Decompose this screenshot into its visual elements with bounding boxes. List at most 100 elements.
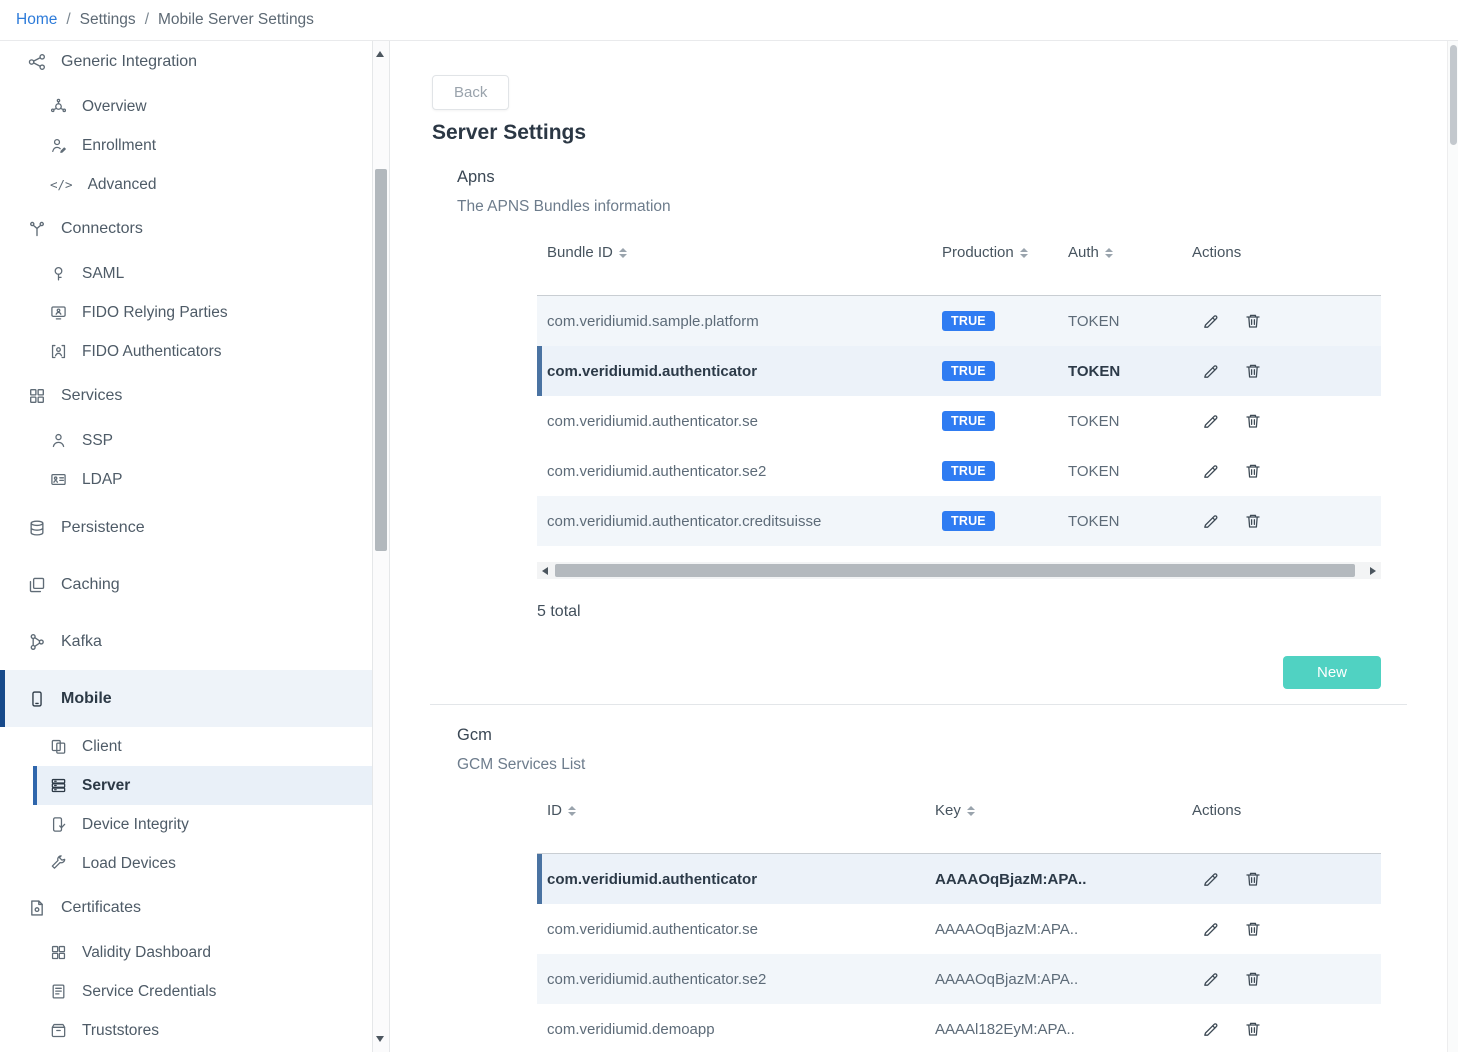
delete-icon[interactable] bbox=[1244, 1020, 1262, 1038]
edit-icon[interactable] bbox=[1202, 312, 1220, 330]
table-row[interactable]: com.veridiumid.demoapp AAAAl182EyM:APA.. bbox=[537, 1004, 1381, 1052]
sidebar-item-device-integrity[interactable]: Device Integrity bbox=[0, 805, 372, 844]
column-header-bundle-id[interactable]: Bundle ID bbox=[537, 244, 942, 295]
column-header-auth[interactable]: Auth bbox=[1068, 244, 1192, 295]
edit-icon[interactable] bbox=[1202, 970, 1220, 988]
table-row[interactable]: com.veridiumid.authenticator.se2 TRUE TO… bbox=[537, 446, 1381, 496]
sidebar-scrollbar[interactable] bbox=[372, 41, 390, 1052]
sidebar-item-label: Advanced bbox=[88, 176, 157, 194]
apns-total-count: 5 total bbox=[537, 603, 581, 621]
fido-authenticators-icon bbox=[50, 343, 67, 360]
sidebar-item-fido-authenticators[interactable]: FIDO Authenticators bbox=[0, 332, 372, 371]
edit-icon[interactable] bbox=[1202, 870, 1220, 888]
edit-icon[interactable] bbox=[1202, 362, 1220, 380]
back-button[interactable]: Back bbox=[432, 75, 509, 110]
edit-icon[interactable] bbox=[1202, 412, 1220, 430]
id-cell: com.veridiumid.authenticator.se bbox=[537, 921, 935, 938]
sidebar-item-mobile[interactable]: Mobile bbox=[0, 670, 372, 727]
sidebar-item-advanced[interactable]: </> Advanced bbox=[0, 165, 372, 204]
page-title: Server Settings bbox=[432, 121, 586, 145]
table-row[interactable]: com.veridiumid.authenticator.se AAAAOqBj… bbox=[537, 904, 1381, 954]
column-header-id[interactable]: ID bbox=[537, 802, 935, 853]
edit-icon[interactable] bbox=[1202, 462, 1220, 480]
fido-relying-parties-icon bbox=[50, 304, 67, 321]
table-row[interactable]: com.veridiumid.sample.platform TRUE TOKE… bbox=[537, 296, 1381, 346]
sidebar-item-enrollment[interactable]: Enrollment bbox=[0, 126, 372, 165]
scroll-right-arrow-icon[interactable] bbox=[1365, 562, 1381, 579]
page-scrollbar-thumb[interactable] bbox=[1450, 45, 1457, 145]
sidebar-item-label: Device Integrity bbox=[82, 816, 189, 834]
sort-icon[interactable] bbox=[619, 248, 627, 258]
delete-icon[interactable] bbox=[1244, 362, 1262, 380]
apns-section-title: Apns bbox=[457, 168, 495, 187]
sidebar-item-kafka[interactable]: Kafka bbox=[0, 613, 372, 670]
column-header-actions: Actions bbox=[1192, 802, 1381, 853]
horizontal-scrollbar[interactable] bbox=[537, 562, 1381, 579]
sidebar-item-truststores[interactable]: Truststores bbox=[0, 1011, 372, 1050]
sidebar-item-saml[interactable]: SAML bbox=[0, 254, 372, 293]
services-icon bbox=[28, 387, 46, 405]
scroll-down-arrow-icon[interactable] bbox=[376, 1036, 384, 1042]
sort-icon[interactable] bbox=[1105, 248, 1113, 258]
sidebar-item-label: FIDO Authenticators bbox=[82, 343, 222, 361]
breadcrumb-home-link[interactable]: Home bbox=[16, 11, 57, 29]
sidebar-item-ldap[interactable]: LDAP bbox=[0, 460, 372, 499]
sidebar-item-label: Services bbox=[61, 387, 122, 405]
table-row-selected[interactable]: com.veridiumid.authenticator TRUE TOKEN bbox=[537, 346, 1381, 396]
sidebar-item-persistence[interactable]: Persistence bbox=[0, 499, 372, 556]
sidebar-item-fido-relying-parties[interactable]: FIDO Relying Parties bbox=[0, 293, 372, 332]
edit-icon[interactable] bbox=[1202, 512, 1220, 530]
delete-icon[interactable] bbox=[1244, 412, 1262, 430]
gcm-table-header: ID Key Actions bbox=[537, 788, 1381, 854]
column-header-key[interactable]: Key bbox=[935, 802, 1192, 853]
production-badge: TRUE bbox=[942, 311, 995, 331]
table-row[interactable]: com.veridiumid.authenticator.se2 AAAAOqB… bbox=[537, 954, 1381, 1004]
sidebar-item-load-devices[interactable]: Load Devices bbox=[0, 844, 372, 883]
table-row[interactable]: com.veridiumid.authenticator.creditsuiss… bbox=[537, 496, 1381, 546]
breadcrumb-settings: Settings bbox=[80, 11, 136, 29]
service-credentials-icon bbox=[50, 983, 67, 1000]
sidebar-item-overview[interactable]: Overview bbox=[0, 87, 372, 126]
scroll-left-arrow-icon[interactable] bbox=[537, 562, 553, 579]
sidebar-item-caching[interactable]: Caching bbox=[0, 556, 372, 613]
delete-icon[interactable] bbox=[1244, 462, 1262, 480]
generic-integration-icon bbox=[28, 53, 46, 71]
sidebar-item-services[interactable]: Services bbox=[0, 371, 372, 421]
client-icon bbox=[50, 738, 67, 755]
page-scrollbar[interactable] bbox=[1447, 41, 1458, 1052]
auth-cell: TOKEN bbox=[1068, 413, 1192, 430]
delete-icon[interactable] bbox=[1244, 312, 1262, 330]
sidebar-item-service-credentials[interactable]: Service Credentials bbox=[0, 972, 372, 1011]
bundle-id-cell: com.veridiumid.sample.platform bbox=[537, 313, 942, 330]
edit-icon[interactable] bbox=[1202, 1020, 1220, 1038]
table-row[interactable]: com.veridiumid.authenticator.se TRUE TOK… bbox=[537, 396, 1381, 446]
delete-icon[interactable] bbox=[1244, 970, 1262, 988]
device-integrity-icon bbox=[50, 816, 67, 833]
sidebar-item-client[interactable]: Client bbox=[0, 727, 372, 766]
sidebar-item-connectors[interactable]: Connectors bbox=[0, 204, 372, 254]
delete-icon[interactable] bbox=[1244, 920, 1262, 938]
production-badge: TRUE bbox=[942, 461, 995, 481]
sidebar-item-certificates[interactable]: Certificates bbox=[0, 883, 372, 933]
sort-icon[interactable] bbox=[568, 806, 576, 816]
sort-icon[interactable] bbox=[1020, 248, 1028, 258]
sort-icon[interactable] bbox=[967, 806, 975, 816]
sidebar-item-generic-integration[interactable]: Generic Integration bbox=[0, 41, 372, 87]
enrollment-icon bbox=[50, 137, 67, 154]
sidebar-scrollbar-thumb[interactable] bbox=[375, 169, 387, 551]
edit-icon[interactable] bbox=[1202, 920, 1220, 938]
sidebar-item-server[interactable]: Server bbox=[33, 766, 372, 805]
delete-icon[interactable] bbox=[1244, 870, 1262, 888]
delete-icon[interactable] bbox=[1244, 512, 1262, 530]
sidebar-item-ssp[interactable]: SSP bbox=[0, 421, 372, 460]
sidebar-item-label: Mobile bbox=[61, 690, 112, 708]
column-header-production[interactable]: Production bbox=[942, 244, 1068, 295]
sidebar-item-label: Caching bbox=[61, 576, 120, 594]
persistence-icon bbox=[28, 519, 46, 537]
scroll-up-arrow-icon[interactable] bbox=[376, 51, 384, 57]
new-button[interactable]: New bbox=[1283, 656, 1381, 689]
table-row-selected[interactable]: com.veridiumid.authenticator AAAAOqBjazM… bbox=[537, 854, 1381, 904]
sidebar-item-validity-dashboard[interactable]: Validity Dashboard bbox=[0, 933, 372, 972]
horizontal-scrollbar-thumb[interactable] bbox=[555, 564, 1355, 577]
key-cell: AAAAOqBjazM:APA.. bbox=[935, 871, 1192, 888]
